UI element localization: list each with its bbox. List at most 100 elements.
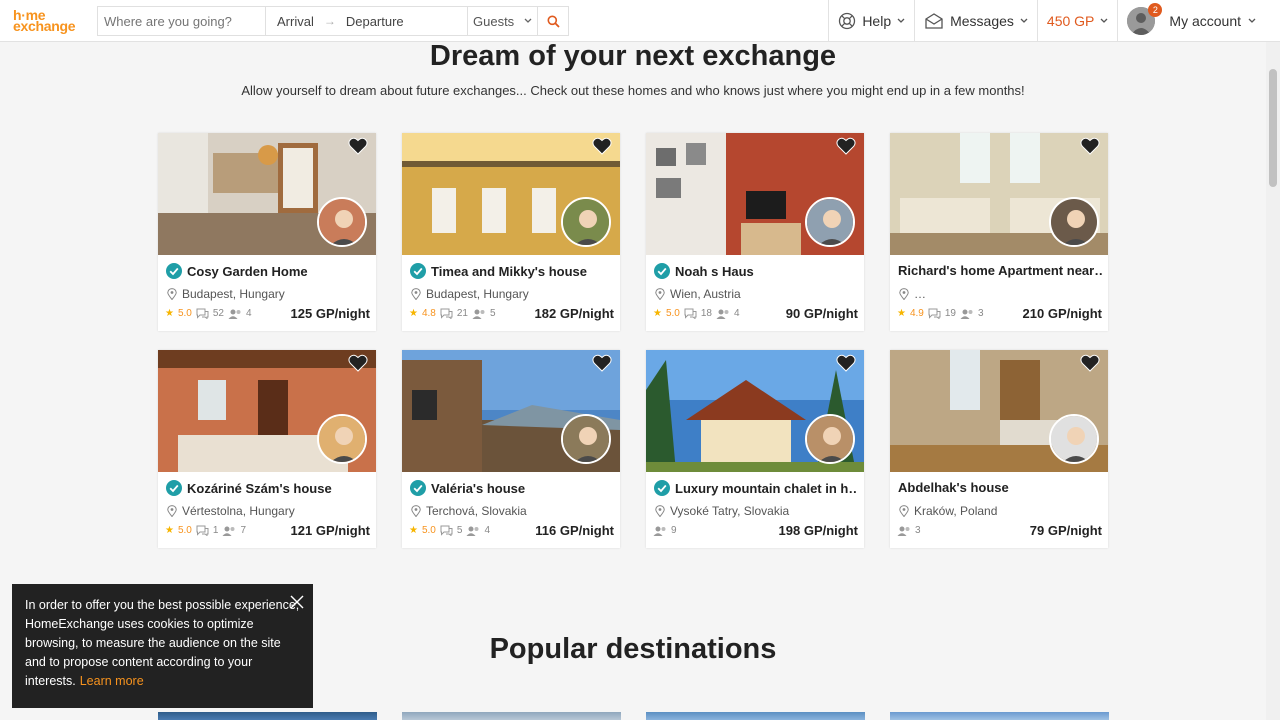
guests-icon <box>897 526 910 536</box>
listing-title[interactable]: Noah s Haus <box>654 263 858 279</box>
star-icon: ★ <box>409 308 418 319</box>
page-title: Dream of your next exchange <box>429 40 837 72</box>
listing-card[interactable]: Noah s Haus Wien, Austria ★ 5.0 18 4 90 GP/nig… <box>646 133 864 331</box>
favorite-heart-icon[interactable] <box>592 137 612 155</box>
destination-field[interactable] <box>98 7 266 35</box>
reviews-icon <box>928 308 941 319</box>
listing-price: 210 GP/night <box>1022 306 1102 321</box>
favorite-heart-icon[interactable] <box>1080 137 1100 155</box>
star-icon: ★ <box>653 308 662 319</box>
listing-card[interactable]: Valéria's house Terchová, Slovakia ★ 5.0 5 4 1… <box>402 350 620 548</box>
reviews-count: 1 <box>212 525 219 536</box>
host-avatar[interactable] <box>317 197 367 247</box>
listing-title[interactable]: Timea and Mikky's house <box>410 263 614 279</box>
guests-icon <box>716 309 729 319</box>
listing-title[interactable]: Kozáriné Szám's house <box>166 480 370 496</box>
listing-title[interactable]: Cosy Garden Home <box>166 263 370 279</box>
listing-title-text: Kozáriné Szám's house <box>187 480 332 496</box>
favorite-heart-icon[interactable] <box>836 354 856 372</box>
host-avatar[interactable] <box>805 414 855 464</box>
listing-location: Budapest, Hungary <box>167 287 285 301</box>
listing-title-text: Noah s Haus <box>675 263 754 279</box>
help-menu[interactable]: Help <box>828 0 914 42</box>
star-icon: ★ <box>165 525 174 536</box>
destination-card[interactable] <box>158 712 377 720</box>
verified-check-icon <box>410 263 426 279</box>
rating-value: 5.0 <box>177 525 192 536</box>
verified-check-icon <box>654 480 670 496</box>
homeexchange-logo[interactable]: h·me exchange <box>13 8 75 33</box>
host-avatar[interactable] <box>561 197 611 247</box>
listing-title[interactable]: Luxury mountain chalet in h… <box>654 480 858 496</box>
listing-card[interactable]: Luxury mountain chalet in h… Vysoké Tatry… <box>646 350 864 548</box>
guestpoints-menu[interactable]: 450 GP <box>1036 0 1117 42</box>
destination-input[interactable] <box>104 13 254 29</box>
guests-capacity: 4 <box>246 308 252 319</box>
listing-title-text: Luxury mountain chalet in h… <box>675 480 858 496</box>
search-icon <box>547 15 560 28</box>
destination-card[interactable] <box>646 712 865 720</box>
location-text: Wien, Austria <box>670 287 741 301</box>
favorite-heart-icon[interactable] <box>836 137 856 155</box>
lifebuoy-icon <box>839 12 856 30</box>
reviews-count: 19 <box>944 308 956 319</box>
cookie-banner: In order to offer you the best possible … <box>12 584 313 708</box>
destination-card[interactable] <box>402 712 621 720</box>
favorite-heart-icon[interactable] <box>1080 354 1100 372</box>
location-text: … <box>914 287 926 301</box>
listing-title[interactable]: Abdelhak's house <box>898 480 1102 495</box>
close-icon[interactable] <box>290 595 304 609</box>
rating-value: 5.0 <box>421 525 436 536</box>
arrival-date[interactable]: Arrival <box>277 14 314 29</box>
chevron-down-icon <box>1248 16 1256 26</box>
favorite-heart-icon[interactable] <box>348 137 368 155</box>
favorite-heart-icon[interactable] <box>348 354 368 372</box>
guests-capacity: 4 <box>734 308 740 319</box>
listing-card[interactable]: Timea and Mikky's house Budapest, Hungary… <box>402 133 620 331</box>
listing-price: 198 GP/night <box>778 523 858 538</box>
guests-select[interactable]: Guests <box>468 7 538 35</box>
listing-stats: 3 <box>897 525 921 536</box>
guests-capacity: 9 <box>671 525 677 536</box>
listing-price: 79 GP/night <box>1029 523 1102 538</box>
chevron-down-icon <box>1020 16 1028 26</box>
guests-capacity: 3 <box>915 525 921 536</box>
arrow-right-icon: → <box>323 14 336 28</box>
host-avatar[interactable] <box>1049 414 1099 464</box>
guests-capacity: 4 <box>484 525 490 536</box>
departure-date[interactable]: Departure <box>346 14 404 29</box>
host-avatar[interactable] <box>805 197 855 247</box>
location-pin-icon <box>899 505 909 517</box>
listing-card[interactable]: Kozáriné Szám's house Vértestolna, Hungar… <box>158 350 376 548</box>
star-icon: ★ <box>409 525 418 536</box>
verified-check-icon <box>654 263 670 279</box>
chevron-down-icon <box>897 16 905 26</box>
listing-title[interactable]: Valéria's house <box>410 480 614 496</box>
listing-card[interactable]: Cosy Garden Home Budapest, Hungary ★ 5.0 52 4… <box>158 133 376 331</box>
account-menu[interactable]: 2 My account <box>1117 0 1280 42</box>
listing-card[interactable]: Abdelhak's house Kraków, Poland 3 79 GP/nig… <box>890 350 1108 548</box>
messages-menu[interactable]: Messages <box>914 0 1037 42</box>
destination-card[interactable] <box>890 712 1109 720</box>
listing-price: 182 GP/night <box>534 306 614 321</box>
search-button[interactable] <box>538 7 568 35</box>
location-text: Vértestolna, Hungary <box>182 504 295 518</box>
reviews-icon <box>440 525 453 536</box>
listing-location: Terchová, Slovakia <box>411 504 527 518</box>
host-avatar[interactable] <box>1049 197 1099 247</box>
host-avatar[interactable] <box>317 414 367 464</box>
help-label: Help <box>862 13 892 29</box>
host-avatar[interactable] <box>561 414 611 464</box>
listing-card[interactable]: Richard's home Apartment near… … ★ 4.9 19 3 21… <box>890 133 1108 331</box>
favorite-heart-icon[interactable] <box>592 354 612 372</box>
guests-capacity: 3 <box>978 308 984 319</box>
listing-location: Budapest, Hungary <box>411 287 529 301</box>
learn-more-link[interactable]: Learn more <box>80 674 144 688</box>
page-subtitle: Allow yourself to dream about future exc… <box>241 83 1025 98</box>
reviews-count: 52 <box>212 308 224 319</box>
listing-price: 125 GP/night <box>290 306 370 321</box>
messages-label: Messages <box>950 13 1014 29</box>
date-range-field[interactable]: Arrival → Departure <box>266 7 468 35</box>
scrollbar-thumb[interactable] <box>1269 69 1277 187</box>
listing-title[interactable]: Richard's home Apartment near… <box>898 263 1102 278</box>
